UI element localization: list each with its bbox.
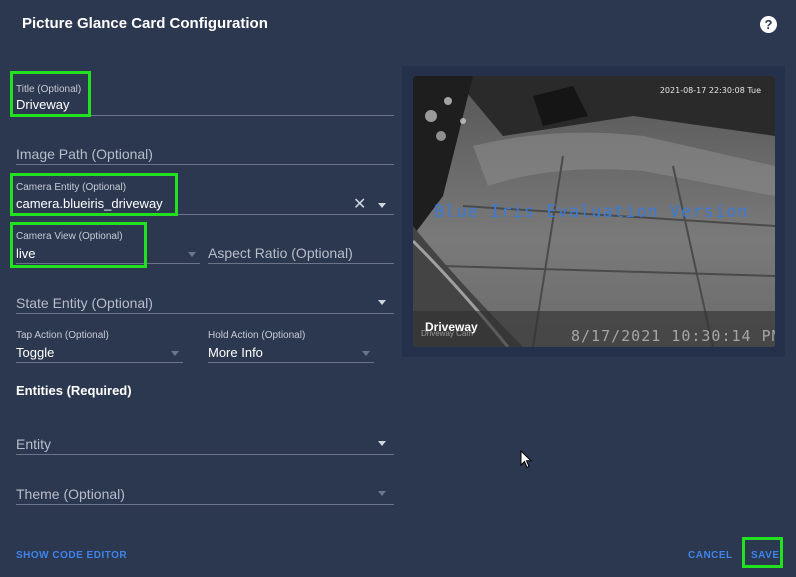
camera-preview-image: 2021-08-17 22:30:08 Tue Blue Iris Evalua…: [413, 76, 775, 347]
tap-action-label: Tap Action (Optional): [16, 330, 109, 341]
state-entity-field[interactable]: State Entity (Optional): [16, 289, 394, 314]
hold-action-value: More Info: [208, 345, 263, 360]
title-field[interactable]: Title (Optional) Driveway: [16, 80, 394, 116]
clear-icon[interactable]: ✕: [353, 197, 366, 213]
hold-action-label: Hold Action (Optional): [208, 330, 306, 341]
entity-field[interactable]: Entity: [16, 430, 394, 455]
theme-placeholder: Theme (Optional): [16, 486, 125, 502]
chevron-down-icon[interactable]: [378, 491, 386, 496]
save-button[interactable]: SAVE: [751, 550, 780, 561]
hold-action-field[interactable]: Hold Action (Optional) More Info: [208, 327, 374, 363]
image-path-field[interactable]: Image Path (Optional): [16, 140, 394, 165]
entity-placeholder: Entity: [16, 436, 52, 452]
show-code-editor-button[interactable]: SHOW CODE EDITOR: [16, 550, 127, 561]
cancel-button[interactable]: CANCEL: [688, 550, 733, 561]
chevron-down-icon[interactable]: [188, 252, 196, 257]
camera-entity-field[interactable]: Camera Entity (Optional) camera.blueiris…: [16, 178, 394, 215]
tap-action-field[interactable]: Tap Action (Optional) Toggle: [16, 327, 183, 363]
camera-view-label: Camera View (Optional): [16, 231, 123, 242]
mouse-cursor-icon: [520, 450, 532, 469]
chevron-down-icon[interactable]: [378, 300, 386, 305]
camera-entity-value: camera.blueiris_driveway: [16, 196, 163, 211]
theme-field[interactable]: Theme (Optional): [16, 480, 394, 505]
camera-view-field[interactable]: Camera View (Optional) live: [16, 227, 200, 264]
chevron-down-icon[interactable]: [362, 351, 370, 356]
chevron-down-icon[interactable]: [378, 203, 386, 208]
title-field-label: Title (Optional): [16, 84, 82, 95]
card-config-dialog: Picture Glance Card Configuration ? Titl…: [0, 0, 796, 577]
state-entity-placeholder: State Entity (Optional): [16, 295, 153, 311]
camera-watermark: Blue Iris Evaluation Version: [434, 202, 749, 222]
aspect-ratio-placeholder: Aspect Ratio (Optional): [208, 245, 353, 261]
camera-entity-label: Camera Entity (Optional): [16, 182, 127, 193]
chevron-down-icon[interactable]: [171, 351, 179, 356]
camera-overlay-time: 8/17/2021 10:30:14 PM: [571, 327, 775, 345]
card-preview-panel: 2021-08-17 22:30:08 Tue Blue Iris Evalua…: [402, 66, 785, 357]
camera-view-value: live: [16, 246, 36, 261]
preview-card-title: Driveway: [425, 320, 478, 334]
camera-timestamp: 2021-08-17 22:30:08 Tue: [659, 86, 761, 95]
entities-heading: Entities (Required): [16, 383, 132, 398]
image-path-placeholder: Image Path (Optional): [16, 146, 153, 162]
chevron-down-icon[interactable]: [378, 441, 386, 446]
aspect-ratio-field[interactable]: Aspect Ratio (Optional): [208, 238, 394, 264]
dialog-title: Picture Glance Card Configuration: [22, 15, 268, 32]
tap-action-value: Toggle: [16, 345, 55, 360]
title-field-value: Driveway: [16, 97, 70, 112]
question-mark-icon[interactable]: ?: [760, 16, 777, 33]
